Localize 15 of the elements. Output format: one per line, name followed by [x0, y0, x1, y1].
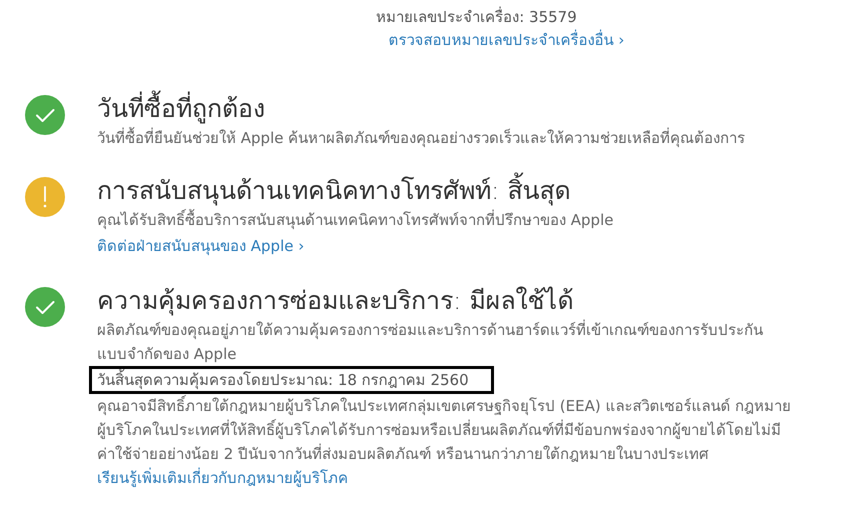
support-link[interactable]: ติดต่อฝ่ายสนับสนุนของ Apple › [97, 232, 857, 260]
check-other-serial-link[interactable]: ตรวจสอบหมายเลขประจำเครื่องอื่น › [388, 28, 624, 52]
consumer-law-paragraph: คุณอาจมีสิทธิ์ภายใต้กฎหมายผู้บริโภคในประเทศกลุ่มเขตเศรษฐกิจยุโรป (EEA) และสวิตเซอร์แลนด์ กฎหมายผู้บริโภคในประเทศที่ให้สิทธิ์ผู้บริโภคได้รับการซ่อมหรือเปลี่ยนผลิตภัณฑ์ที่มีข้อบกพร่องจากผู้ขายได้โดยไม่มีค่าใช้จ่ายอย่างน้อย 2 ปีนับจากวันที่ส่งมอบผลิตภัณฑ์ หรือนานกว่าภายใต้กฎหมายในบางประเทศ เรียนรู้เพิ่มเติมเกี่ยวกับกฎหมายผู้บริโภค [97, 394, 792, 489]
serial-number: หมายเลขประจำเครื่อง: 35579 [376, 6, 577, 28]
section-title: การสนับสนุนด้านเทคนิคทางโทรศัพท์: สิ้นสุด [97, 174, 857, 208]
section-description: ผลิตภัณฑ์ของคุณอยู่ภายใต้ความคุ้มครองการซ่อมและบริการด้านฮาร์ดแวร์ที่เข้าเกณฑ์ของการรับประกันแบบจำกัดของ Apple [97, 318, 764, 365]
section-title: ความคุ้มครองการซ่อมและบริการ: มีผลใช้ได้ [97, 285, 574, 318]
consumer-law-link[interactable]: เรียนรู้เพิ่มเติมเกี่ยวกับกฎหมายผู้บริโภค [97, 469, 348, 487]
section-title: วันที่ซื้อที่ถูกต้อง [97, 92, 857, 126]
exclamation-icon [25, 177, 65, 217]
checkmark-icon [25, 95, 65, 135]
checkmark-icon [25, 287, 65, 327]
section-description: คุณได้รับสิทธิ์ซื้อบริการสนับสนุนด้านเทคนิคทางโทรศัพท์จากที่ปรึกษาของ Apple [97, 208, 614, 232]
coverage-end-date: วันสิ้นสุดความคุ้มครองโดยประมาณ: 18 กรกฎาคม 2560 [89, 366, 494, 394]
section-description: วันที่ซื้อที่ยืนยันช่วยให้ Apple ค้นหาผลิตภัณฑ์ของคุณอย่างรวดเร็วและให้ความช่วยเหลือที่คุณต้องการ [97, 126, 746, 150]
